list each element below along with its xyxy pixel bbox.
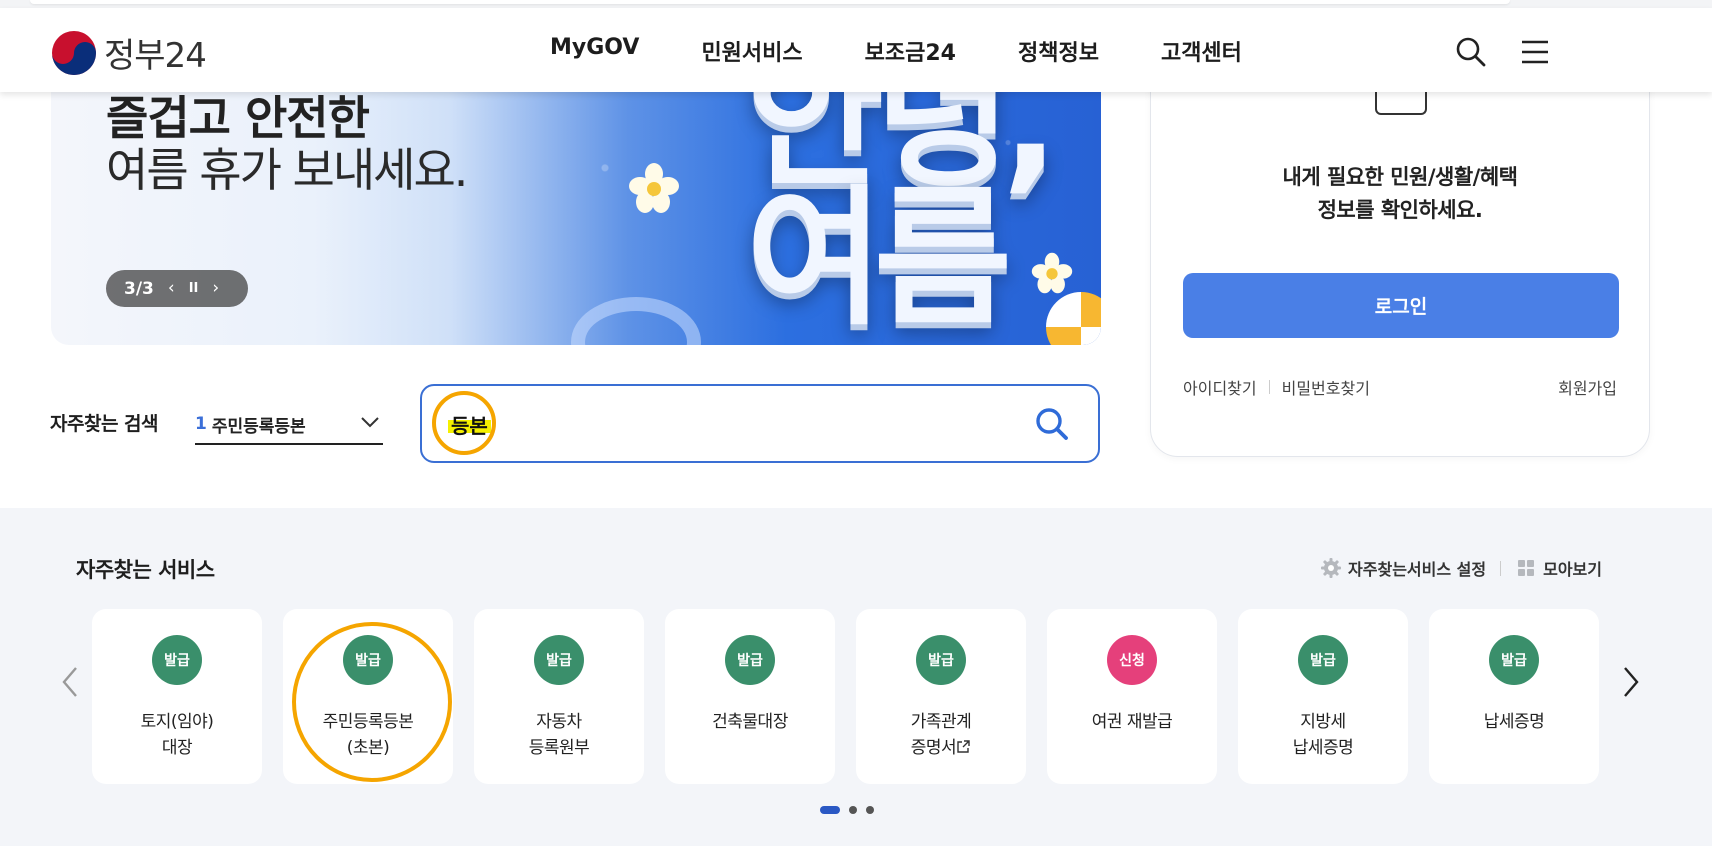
external-link-icon xyxy=(957,740,970,753)
service-card-tax-payment[interactable]: 발급 납세증명 xyxy=(1429,609,1599,784)
banner-controls: 3/3 ‹ II › xyxy=(106,270,248,307)
banner-big-text: 안녕, 여름 xyxy=(746,92,1059,345)
flower-icon xyxy=(629,163,679,213)
divider xyxy=(1268,380,1270,394)
service-cards: 발급 토지(임야) 대장 발급 주민등록등본 (초본) 발급 자동차 등록원부 … xyxy=(92,609,1599,784)
flower-icon xyxy=(1031,252,1073,294)
nav-subsidy24[interactable]: 보조금24 xyxy=(865,35,956,67)
divider xyxy=(1500,560,1502,576)
issue-badge: 발급 xyxy=(1489,635,1539,685)
login-message-line-1: 내게 필요한 민원/생활/혜택 xyxy=(1282,165,1518,189)
services-settings-label: 자주찾는서비스 설정 xyxy=(1348,560,1487,579)
banner-subheadline: 여름 휴가 보내세요. xyxy=(106,143,468,197)
service-card-family-relation[interactable]: 발급 가족관계 증명서 xyxy=(856,609,1026,784)
nav-policy-info[interactable]: 정책정보 xyxy=(1018,35,1099,67)
service-card-label: 주민등록등본 (초본) xyxy=(322,712,414,758)
issue-badge: 발급 xyxy=(916,635,966,685)
service-card-label: 건축물대장 xyxy=(712,712,788,732)
logo-text: 정부24 xyxy=(104,36,207,76)
site-header: 정부24 MyGOV 민원서비스 보조금24 정책정보 고객센터 xyxy=(0,8,1712,92)
next-icon[interactable]: › xyxy=(212,280,219,297)
account-links: 아이디찾기 비밀번호찾기 xyxy=(1183,375,1370,399)
login-message: 내게 필요한 민원/생활/혜택 정보를 확인하세요. xyxy=(1151,161,1649,227)
search-submit-icon[interactable] xyxy=(1034,406,1070,442)
chevron-down-icon xyxy=(361,417,379,428)
view-all-label: 모아보기 xyxy=(1543,560,1602,579)
carousel-pagination xyxy=(820,806,874,814)
annotation-circle xyxy=(432,391,496,455)
service-card-label: 자동차 등록원부 xyxy=(528,712,590,758)
services-tools: 자주찾는서비스 설정 모아보기 xyxy=(1320,556,1602,580)
gear-icon xyxy=(1321,558,1342,578)
login-message-line-2: 정보를 확인하세요. xyxy=(1317,198,1483,222)
pause-icon[interactable]: II xyxy=(189,282,199,295)
nav-civil-service[interactable]: 민원서비스 xyxy=(701,35,802,67)
frequent-search-label: 자주찾는 검색 xyxy=(50,413,159,435)
service-card-label: 토지(임야) 대장 xyxy=(140,712,214,758)
page-dot-active[interactable] xyxy=(820,806,840,814)
frequent-search-rank: 1 xyxy=(195,414,207,434)
grid-icon xyxy=(1518,560,1535,576)
login-button[interactable]: 로그인 xyxy=(1183,273,1619,338)
browser-top-strip xyxy=(0,0,1712,8)
main-nav: MyGOV 민원서비스 보조금24 정책정보 고객센터 xyxy=(550,35,1242,67)
apply-badge: 신청 xyxy=(1107,635,1157,685)
services-title: 자주찾는 서비스 xyxy=(76,558,215,582)
header-icons xyxy=(1454,35,1552,69)
login-card: 정부24 내게 필요한 민원/생활/혜택 정보를 확인하세요. 로그인 아이디찾… xyxy=(1150,50,1650,457)
carousel-prev-icon[interactable] xyxy=(56,662,84,702)
service-card-label: 납세증명 xyxy=(1483,712,1545,732)
service-card-building-register[interactable]: 발급 건축물대장 xyxy=(665,609,835,784)
logo[interactable]: 정부24 xyxy=(50,28,207,77)
service-card-local-tax[interactable]: 발급 지방세 납세증명 xyxy=(1238,609,1408,784)
taegeuk-logo-icon xyxy=(52,30,96,75)
service-card-label: 지방세 납세증명 xyxy=(1292,712,1354,758)
service-card-vehicle-register[interactable]: 발급 자동차 등록원부 xyxy=(474,609,644,784)
view-all-button[interactable]: 모아보기 xyxy=(1515,556,1602,580)
carousel-next-icon[interactable] xyxy=(1617,662,1645,702)
nav-customer-center[interactable]: 고객센터 xyxy=(1161,35,1242,67)
search-input[interactable]: 등본 xyxy=(420,384,1100,463)
nav-mygov[interactable]: MyGOV xyxy=(550,35,639,67)
banner-counter: 3/3 xyxy=(124,278,154,299)
issue-badge: 발급 xyxy=(725,635,775,685)
prev-icon[interactable]: ‹ xyxy=(168,280,175,297)
services-settings-button[interactable]: 자주찾는서비스 설정 xyxy=(1320,556,1486,580)
page-dot[interactable] xyxy=(866,806,874,814)
service-card-land-register[interactable]: 발급 토지(임야) 대장 xyxy=(92,609,262,784)
frequent-search-value: 주민등록등본 xyxy=(211,416,306,437)
issue-badge: 발급 xyxy=(534,635,584,685)
service-card-resident-registration[interactable]: 발급 주민등록등본 (초본) xyxy=(283,609,453,784)
issue-badge: 발급 xyxy=(152,635,202,685)
issue-badge: 발급 xyxy=(1298,635,1348,685)
find-id-link[interactable]: 아이디찾기 xyxy=(1183,375,1257,399)
service-card-label: 가족관계 증명서 xyxy=(856,709,1026,761)
page-dot[interactable] xyxy=(849,806,857,814)
service-card-label: 여권 재발급 xyxy=(1091,712,1173,732)
join-link[interactable]: 회원가입 xyxy=(1558,375,1617,399)
search-icon[interactable] xyxy=(1454,35,1488,69)
menu-icon[interactable] xyxy=(1518,35,1552,69)
address-bar-edge xyxy=(30,0,1510,4)
frequent-search-select[interactable]: 1 주민등록등본 xyxy=(195,405,383,445)
issue-badge: 발급 xyxy=(343,635,393,685)
hero-banner[interactable]: 즐겁고 안전한 여름 휴가 보내세요. 안녕, 여름 3/3 ‹ II › xyxy=(51,92,1101,345)
banner-big-line-2: 여름 xyxy=(746,172,1012,345)
service-card-passport-reissue[interactable]: 신청 여권 재발급 xyxy=(1047,609,1217,784)
find-password-link[interactable]: 비밀번호찾기 xyxy=(1282,375,1370,399)
